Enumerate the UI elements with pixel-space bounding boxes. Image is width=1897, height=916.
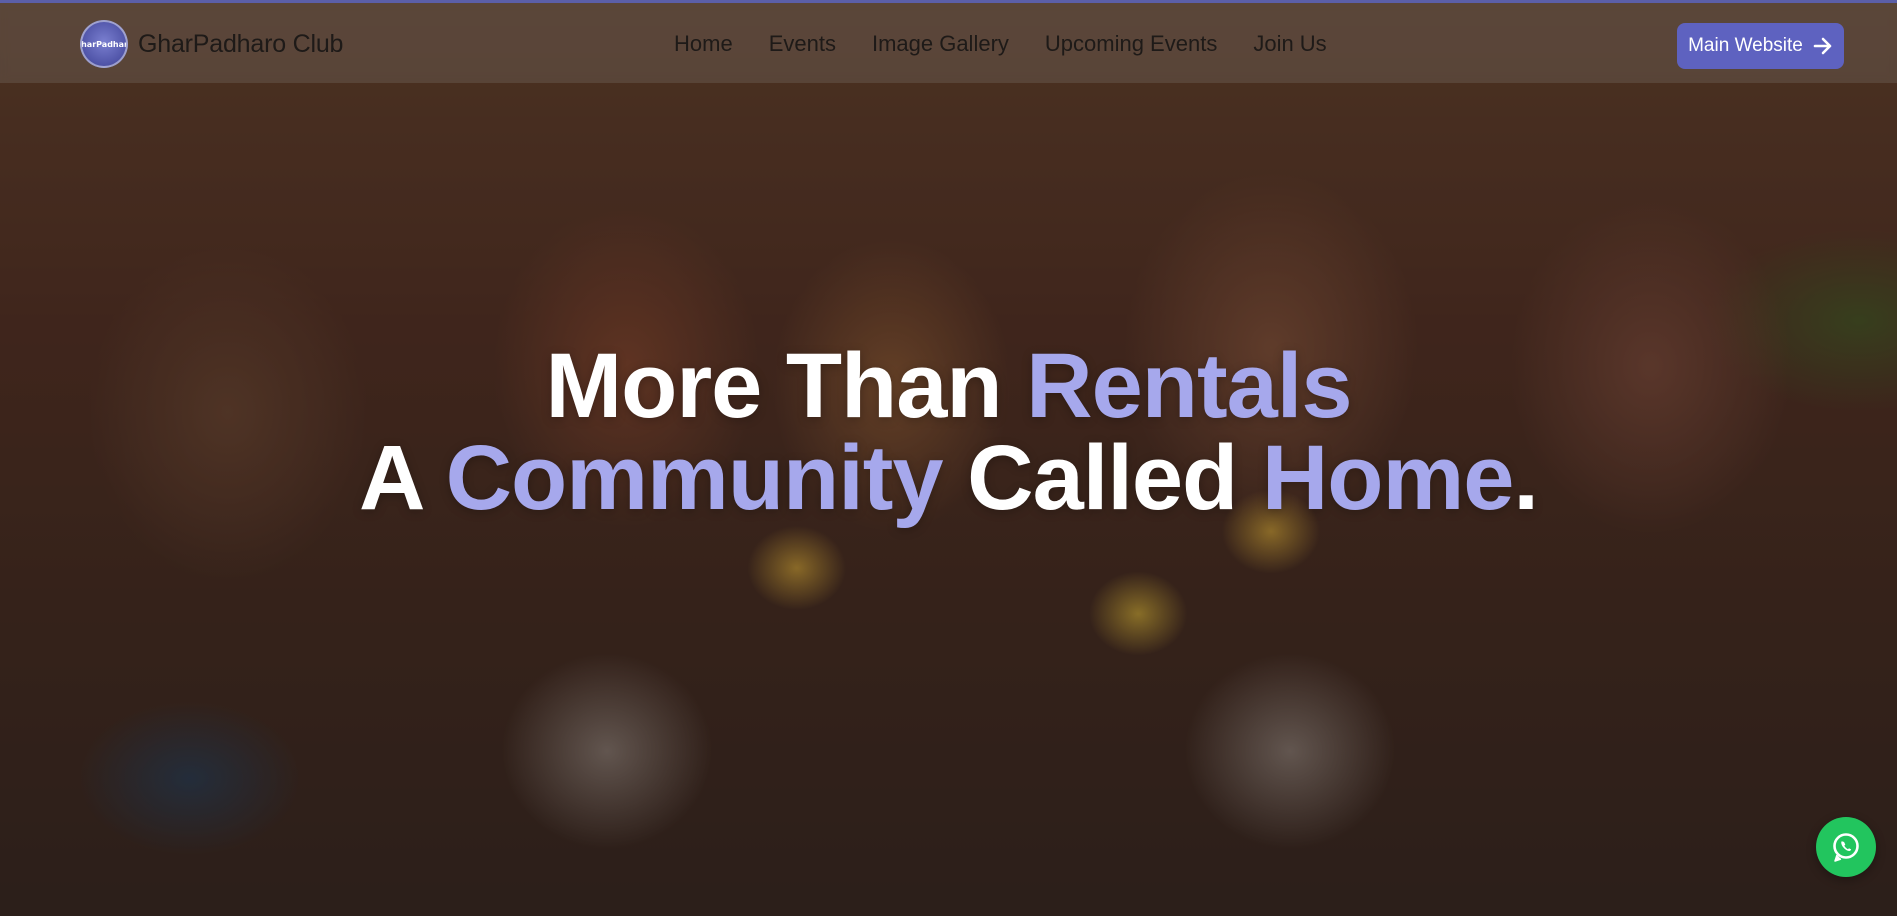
brand-name: GharPadharo Club — [138, 29, 344, 58]
nav-link-home[interactable]: Home — [674, 31, 733, 57]
hero-text: More Than — [545, 335, 1027, 437]
nav-link-events[interactable]: Events — [769, 31, 836, 57]
main-website-label: Main Website — [1688, 35, 1803, 56]
logo-text: GharPadharo — [81, 39, 128, 49]
nav-link-image-gallery[interactable]: Image Gallery — [872, 31, 1009, 57]
arrow-right-icon — [1813, 37, 1832, 55]
navbar: GharPadharo GharPadharo Club Home Events… — [0, 3, 1897, 83]
nav-link-upcoming-events[interactable]: Upcoming Events — [1045, 31, 1217, 57]
hero-text: . — [1513, 427, 1539, 529]
nav-link-join-us[interactable]: Join Us — [1253, 31, 1326, 57]
hero-line-2: A Community Called Home. — [0, 432, 1897, 524]
main-website-button[interactable]: Main Website — [1677, 23, 1844, 69]
hero-accent-text: Rentals — [1026, 335, 1352, 437]
hero-text: Called — [942, 427, 1262, 529]
nav-links: Home Events Image Gallery Upcoming Event… — [674, 31, 1327, 57]
whatsapp-button[interactable] — [1816, 817, 1876, 877]
hero-headline: More Than Rentals A Community Called Hom… — [0, 340, 1897, 524]
logo-icon: GharPadharo — [80, 20, 128, 68]
brand[interactable]: GharPadharo GharPadharo Club — [80, 20, 343, 68]
hero-accent-text: Home — [1261, 427, 1515, 529]
hero-accent-text: Community — [445, 427, 944, 529]
hero-text: A — [359, 427, 446, 529]
whatsapp-icon — [1833, 833, 1859, 862]
hero-line-1: More Than Rentals — [0, 340, 1897, 432]
